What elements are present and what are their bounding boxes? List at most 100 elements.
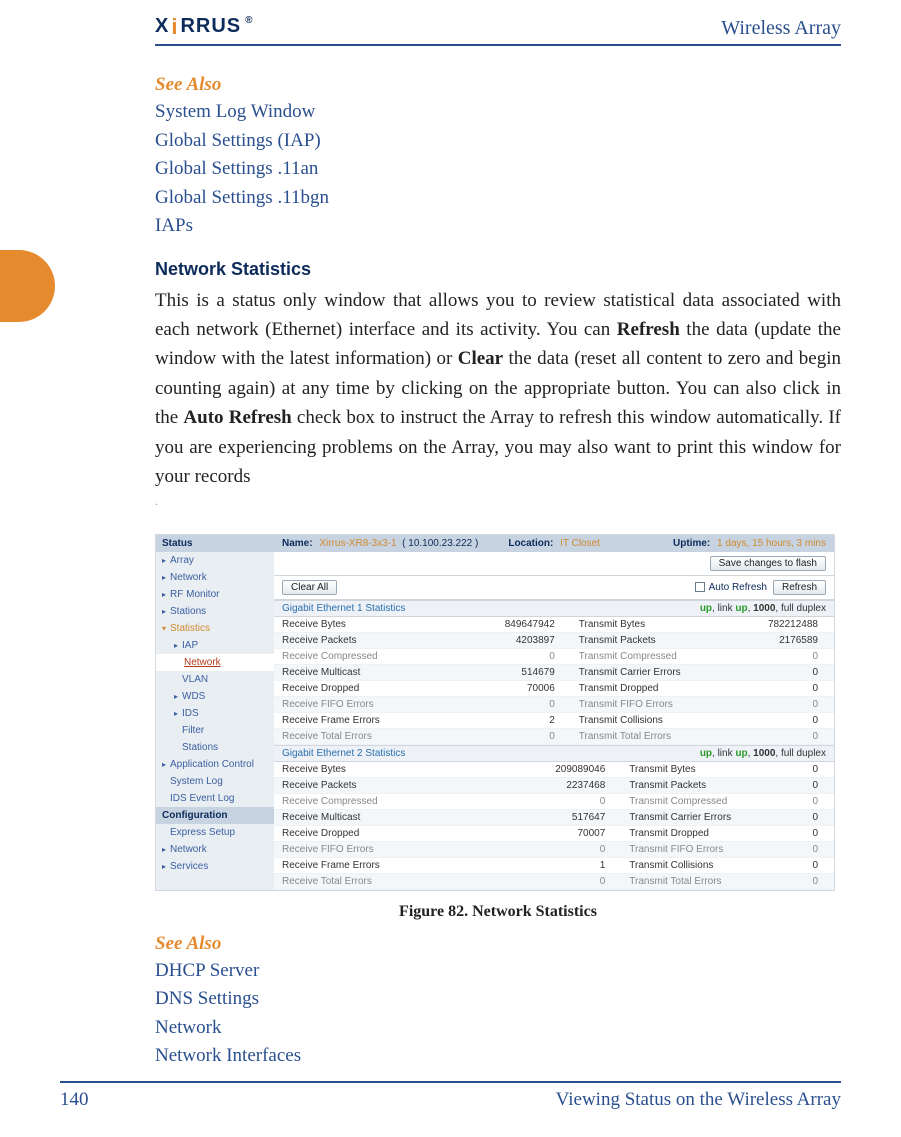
sidebar-item-ids[interactable]: IDS	[156, 705, 274, 722]
sidebar-item-ids-event-log[interactable]: IDS Event Log	[156, 790, 274, 807]
table-row: Receive Dropped70007Transmit Dropped0	[274, 825, 834, 841]
table-row: Receive Total Errors0Transmit Total Erro…	[274, 728, 834, 744]
stat-value: 0	[453, 648, 571, 664]
stats-section-title: Gigabit Ethernet 1 Statistics	[282, 603, 405, 614]
sidebar-item-array[interactable]: Array	[156, 552, 274, 569]
xref-link[interactable]: IAPs	[155, 212, 841, 241]
table-row: Receive Multicast514679Transmit Carrier …	[274, 664, 834, 680]
stat-value: 0	[767, 762, 834, 778]
stat-label: Receive Multicast	[274, 664, 453, 680]
stat-label: Receive Total Errors	[274, 873, 453, 889]
section-paragraph: This is a status only window that allows…	[155, 286, 841, 492]
section-heading: Network Statistics	[155, 259, 841, 280]
table-row: Receive FIFO Errors0Transmit FIFO Errors…	[274, 841, 834, 857]
para-bold: Auto Refresh	[183, 407, 291, 428]
stat-value: 0	[767, 825, 834, 841]
see-also-links-top: System Log Window Global Settings (IAP) …	[155, 98, 841, 241]
stat-value: 782212488	[716, 617, 834, 633]
table-row: Receive FIFO Errors0Transmit FIFO Errors…	[274, 696, 834, 712]
table-row: Receive Compressed0Transmit Compressed0	[274, 793, 834, 809]
xref-link[interactable]: DHCP Server	[155, 957, 841, 986]
stat-label: Transmit Dropped	[621, 825, 767, 841]
page-body: See Also System Log Window Global Settin…	[155, 62, 841, 1071]
screenshot-toolbar-top: Save changes to flash	[274, 552, 834, 576]
sidebar-item-stations-sub[interactable]: Stations	[156, 739, 274, 756]
stat-value: 849647942	[453, 617, 571, 633]
para-bold: Clear	[458, 348, 503, 369]
figure-lead-dot: .	[155, 494, 158, 508]
stat-label: Transmit Collisions	[571, 712, 717, 728]
stat-sections: Gigabit Ethernet 1 Statistics up, link up…	[274, 600, 834, 890]
table-row: Receive Total Errors0Transmit Total Erro…	[274, 873, 834, 889]
stat-label: Receive Frame Errors	[274, 857, 453, 873]
sidebar-item-stations[interactable]: Stations	[156, 603, 274, 620]
stat-label: Receive Dropped	[274, 680, 453, 696]
logo-text-left: X	[155, 15, 169, 38]
sidebar-item-express-setup[interactable]: Express Setup	[156, 824, 274, 841]
sidebar-item-services[interactable]: Services	[156, 858, 274, 875]
link-status: up, link up, 1000, full duplex	[700, 603, 826, 614]
stat-value: 0	[767, 793, 834, 809]
stat-label: Transmit Compressed	[571, 648, 717, 664]
stat-value: 0	[767, 841, 834, 857]
stat-label: Receive Bytes	[274, 762, 453, 778]
stat-label: Transmit Compressed	[621, 793, 767, 809]
stat-label: Transmit Bytes	[621, 762, 767, 778]
sidebar-item-network-selected[interactable]: Network	[156, 654, 274, 671]
auto-refresh-checkbox[interactable]: Auto Refresh	[695, 582, 767, 593]
xref-link[interactable]: Network	[155, 1014, 841, 1043]
stat-label: Receive FIFO Errors	[274, 696, 453, 712]
screenshot-header-bar: Name: Xirrus-XR8-3x3-1 ( 10.100.23.222 )…	[274, 535, 834, 552]
logo-text-right: RRUS	[180, 15, 241, 38]
stat-label: Receive Dropped	[274, 825, 453, 841]
stat-value: 0	[767, 873, 834, 889]
sidebar-group-status: Status	[156, 535, 274, 552]
xref-link[interactable]: Global Settings (IAP)	[155, 127, 841, 156]
stat-label: Transmit Carrier Errors	[621, 809, 767, 825]
stat-value: 0	[453, 728, 571, 744]
sidebar-item-statistics[interactable]: Statistics	[156, 620, 274, 637]
table-row: Receive Frame Errors2Transmit Collisions…	[274, 712, 834, 728]
sidebar-item-system-log[interactable]: System Log	[156, 773, 274, 790]
stat-value: 0	[716, 680, 834, 696]
xref-link[interactable]: Global Settings .11bgn	[155, 184, 841, 213]
screenshot-main: Name: Xirrus-XR8-3x3-1 ( 10.100.23.222 )…	[274, 535, 834, 890]
sidebar-item-app-control[interactable]: Application Control	[156, 756, 274, 773]
stat-value: 0	[767, 857, 834, 873]
sidebar-item-filter[interactable]: Filter	[156, 722, 274, 739]
stat-value: 0	[453, 696, 571, 712]
stat-value: 0	[716, 696, 834, 712]
sidebar-item-rf-monitor[interactable]: RF Monitor	[156, 586, 274, 603]
location-label: Location: IT Closet	[508, 538, 600, 549]
clear-all-button[interactable]: Clear All	[282, 580, 337, 595]
stat-label: Transmit Packets	[621, 777, 767, 793]
sidebar-item-config-network[interactable]: Network	[156, 841, 274, 858]
location-value: IT Closet	[560, 538, 600, 549]
page-footer: 140 Viewing Status on the Wireless Array	[60, 1081, 841, 1111]
page-number: 140	[60, 1089, 89, 1111]
table-row: Receive Frame Errors1Transmit Collisions…	[274, 857, 834, 873]
refresh-button[interactable]: Refresh	[773, 580, 826, 595]
table-row: Receive Dropped70006Transmit Dropped0	[274, 680, 834, 696]
stat-value: 70006	[453, 680, 571, 696]
stat-value: 0	[716, 712, 834, 728]
xref-link[interactable]: DNS Settings	[155, 985, 841, 1014]
para-bold: Refresh	[617, 319, 680, 340]
sidebar-item-vlan[interactable]: VLAN	[156, 671, 274, 688]
xref-link[interactable]: Network Interfaces	[155, 1042, 841, 1071]
stat-label: Receive Compressed	[274, 793, 453, 809]
figure-caption: Figure 82. Network Statistics	[155, 903, 841, 921]
sidebar-item-network[interactable]: Network	[156, 569, 274, 586]
stat-label: Receive Total Errors	[274, 728, 453, 744]
stat-label: Receive Frame Errors	[274, 712, 453, 728]
sidebar-item-wds[interactable]: WDS	[156, 688, 274, 705]
save-to-flash-button[interactable]: Save changes to flash	[710, 556, 826, 571]
stat-value: 209089046	[453, 762, 621, 778]
xref-link[interactable]: Global Settings .11an	[155, 155, 841, 184]
stat-value: 0	[453, 841, 621, 857]
stat-label: Receive Compressed	[274, 648, 453, 664]
sidebar-item-iap[interactable]: IAP	[156, 637, 274, 654]
checkbox-icon	[695, 582, 705, 592]
table-row: Receive Multicast517647Transmit Carrier …	[274, 809, 834, 825]
xref-link[interactable]: System Log Window	[155, 98, 841, 127]
